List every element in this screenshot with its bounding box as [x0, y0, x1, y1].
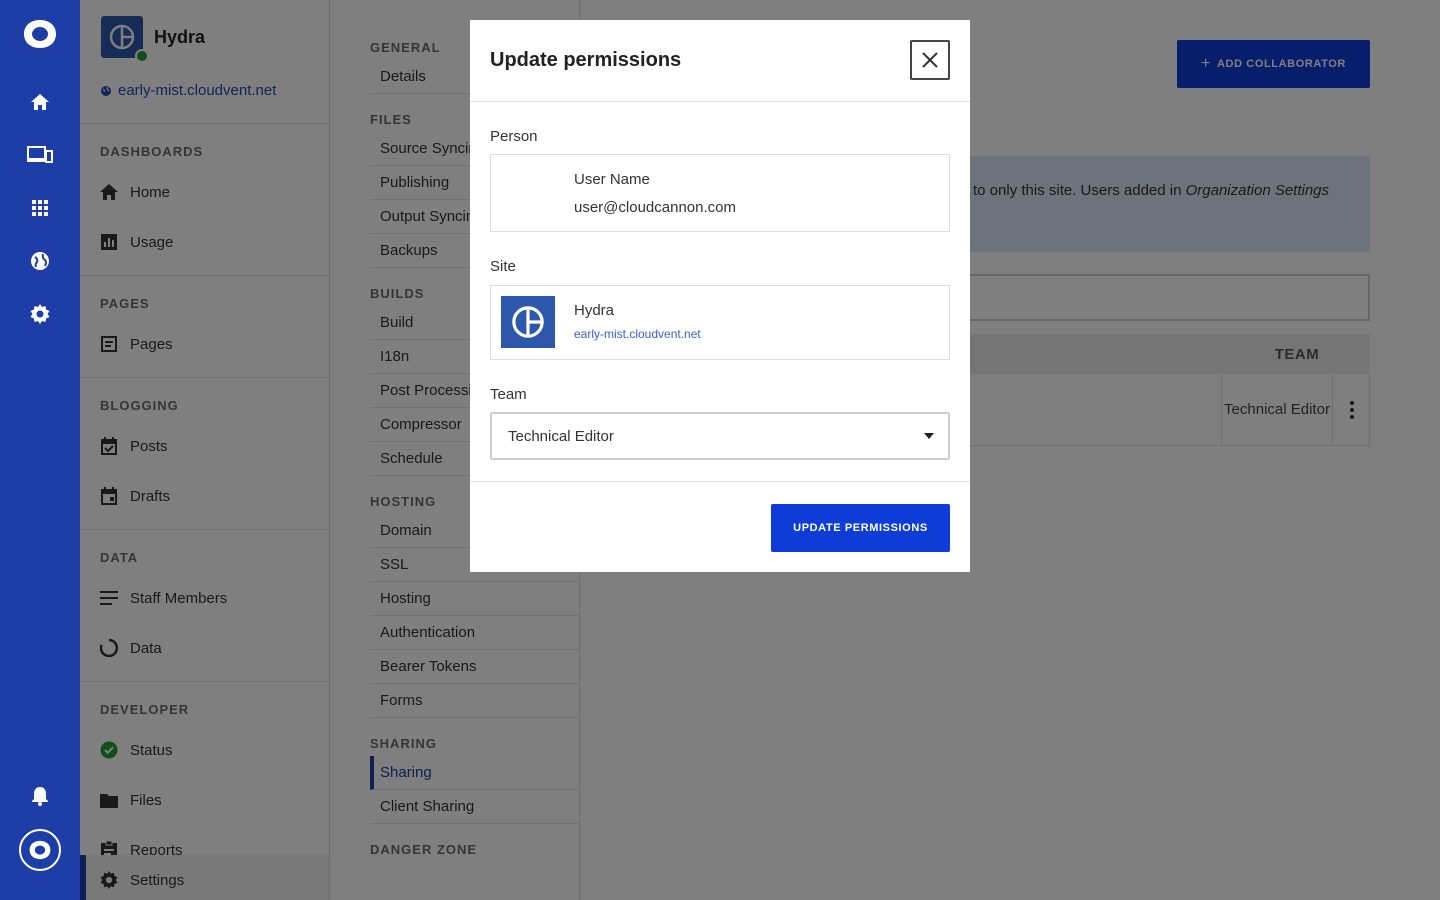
home-icon[interactable]: [24, 86, 56, 118]
team-label: Team: [490, 386, 527, 403]
caret-down-icon: [924, 433, 934, 439]
update-permissions-button[interactable]: UPDATE PERMISSIONS: [771, 504, 950, 552]
person-card: User Name user@cloudcannon.com: [490, 154, 950, 232]
person-label: Person: [490, 128, 538, 145]
globe-icon[interactable]: [24, 245, 56, 277]
site-card-url[interactable]: early-mist.cloudvent.net: [574, 327, 701, 341]
modal-header: Update permissions: [470, 20, 970, 102]
apps-grid-icon[interactable]: [24, 192, 56, 224]
modal-title: Update permissions: [490, 49, 682, 71]
person-email: user@cloudcannon.com: [574, 199, 736, 216]
site-label: Site: [490, 258, 516, 275]
team-select[interactable]: Technical Editor: [490, 412, 950, 460]
person-name: User Name: [574, 171, 650, 188]
team-selected-value: Technical Editor: [508, 428, 614, 445]
modal-footer: UPDATE PERMISSIONS: [470, 481, 970, 572]
update-permissions-modal: Update permissions Person User Name user…: [470, 20, 970, 572]
account-avatar-icon[interactable]: [19, 829, 61, 871]
cloudcannon-logo-icon[interactable]: [18, 14, 62, 54]
gear-icon[interactable]: [24, 298, 56, 330]
site-card: Hydra early-mist.cloudvent.net: [490, 285, 950, 360]
app-rail: [0, 0, 80, 900]
site-card-name: Hydra: [574, 302, 615, 319]
close-icon: [922, 52, 938, 68]
site-thumbnail: [501, 296, 555, 348]
close-button[interactable]: [910, 40, 950, 80]
devices-icon[interactable]: [24, 139, 56, 171]
bell-icon[interactable]: [24, 780, 56, 812]
